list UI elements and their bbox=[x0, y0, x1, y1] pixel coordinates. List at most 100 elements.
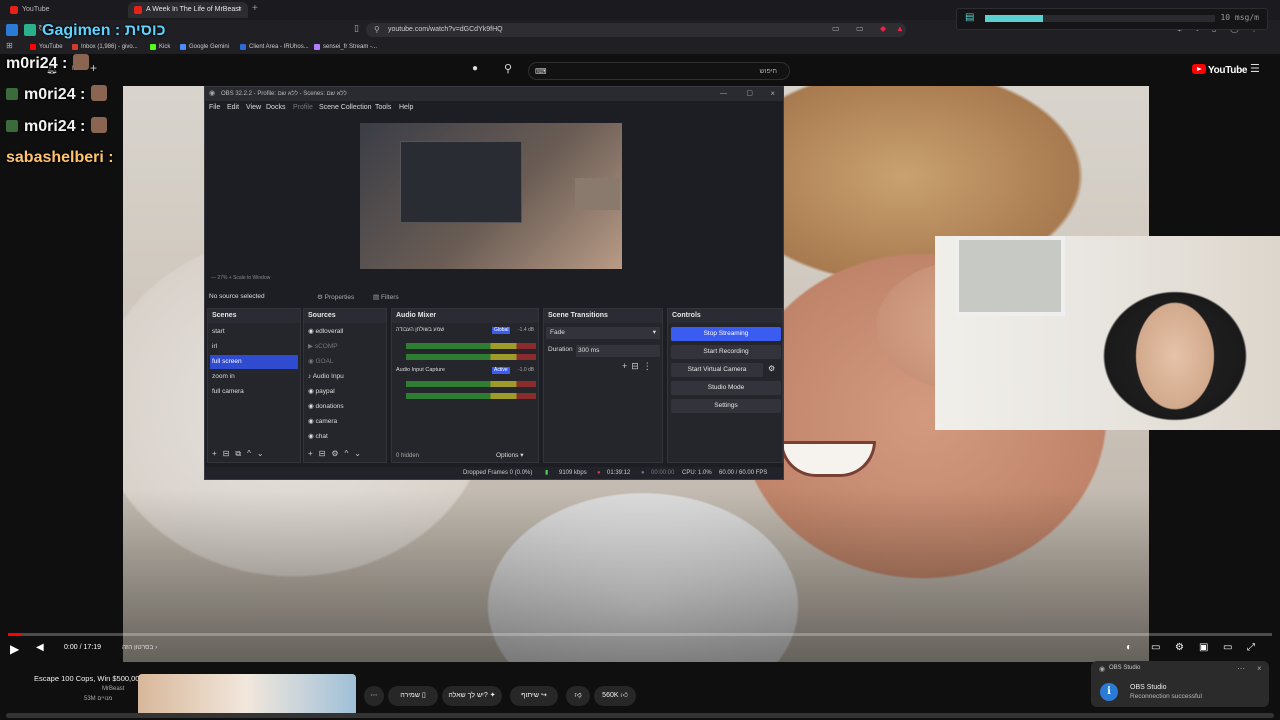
tab-active-video[interactable]: A Week In The Life of MrBeast × bbox=[128, 2, 248, 18]
source-item[interactable]: ◉ paypal bbox=[308, 385, 335, 399]
obs-title-bar[interactable]: ◉ OBS 32.2.2 - Profile: ללא שם - Scenes:… bbox=[205, 87, 783, 101]
ask-button[interactable]: יש לך שאלה? ✦ bbox=[442, 686, 502, 706]
sparkle-icon: ✦ bbox=[489, 692, 496, 699]
bookmark-youtube[interactable]: YouTube bbox=[30, 42, 63, 52]
source-item[interactable]: ▶ sCOMP bbox=[308, 340, 338, 354]
close-tab-icon[interactable]: × bbox=[238, 2, 242, 18]
more-actions-button[interactable]: ⋯ bbox=[364, 686, 384, 706]
properties-button[interactable]: ⚙ Properties bbox=[317, 293, 354, 301]
menu-profile[interactable]: Profile bbox=[293, 104, 313, 111]
bookmark-icon[interactable]: ▯ bbox=[354, 23, 359, 34]
create-icon[interactable]: + bbox=[90, 61, 97, 75]
volume-icon[interactable]: ◀︎ bbox=[36, 642, 44, 653]
maximize-icon[interactable]: ▢ bbox=[746, 87, 753, 101]
source-item[interactable]: ◉ GOAL bbox=[308, 355, 334, 369]
horizontal-scrollbar[interactable] bbox=[6, 713, 1274, 718]
video-progress-bar[interactable] bbox=[8, 633, 1272, 636]
obs-preview-canvas[interactable] bbox=[360, 123, 622, 269]
bookmark-client-area[interactable]: Client Area - IRUhos... bbox=[240, 42, 309, 52]
mixer-options-button[interactable]: Options ▾ bbox=[496, 449, 523, 463]
menu-edit[interactable]: Edit bbox=[227, 104, 239, 111]
site-info-icon[interactable]: ⚲ bbox=[374, 23, 380, 37]
extension-icon[interactable]: ▲ bbox=[896, 24, 904, 33]
keyboard-icon[interactable]: ⌨ bbox=[535, 63, 547, 81]
volume-meter bbox=[406, 381, 536, 387]
start-virtual-camera-button[interactable]: Start Virtual Camera bbox=[671, 363, 763, 377]
audio-mixer-title: Audio Mixer bbox=[392, 309, 538, 323]
subtitles-icon[interactable]: ▭ bbox=[1151, 642, 1160, 653]
menu-view[interactable]: View bbox=[246, 104, 261, 111]
more-options-icon[interactable]: ⋯ bbox=[1237, 664, 1245, 673]
transition-toolbar[interactable]: +⊟⋮ bbox=[622, 361, 656, 372]
bookmarks-bar: ⊞ YouTube Inbox (1,986) - givo... Kick G… bbox=[0, 40, 1280, 54]
source-toolbar[interactable]: +⊟⚙^⌄ bbox=[308, 449, 367, 458]
scene-item-selected[interactable]: full screen bbox=[210, 355, 298, 369]
menu-file[interactable]: File bbox=[209, 104, 220, 111]
transition-select[interactable]: Fade ▾ bbox=[546, 327, 660, 339]
menu-tools[interactable]: Tools bbox=[375, 104, 391, 111]
autoplay-toggle-icon[interactable]: ◐ bbox=[1126, 642, 1132, 653]
close-icon[interactable]: × bbox=[1257, 664, 1262, 673]
fullscreen-icon[interactable]: ⤢ bbox=[1247, 642, 1255, 653]
studio-mode-button[interactable]: Studio Mode bbox=[671, 381, 781, 395]
bookmark-gemini[interactable]: Google Gemini bbox=[180, 42, 229, 52]
start-recording-button[interactable]: Start Recording bbox=[671, 345, 781, 359]
scene-item[interactable]: irl bbox=[212, 340, 298, 354]
save-button[interactable]: שמירה ▯ bbox=[388, 686, 438, 706]
dislike-button[interactable]: 👎︎ bbox=[566, 686, 590, 706]
bookmark-kick[interactable]: Kick bbox=[150, 42, 170, 52]
scene-item[interactable]: zoom in bbox=[212, 370, 298, 384]
chapter-button[interactable]: בסרטון הזה › bbox=[122, 644, 157, 651]
apps-grid-icon[interactable]: ⊞ bbox=[6, 41, 13, 50]
source-item[interactable]: ◉ donations bbox=[308, 400, 344, 414]
cast-icon[interactable]: ▭ bbox=[1223, 642, 1232, 653]
video-thumbnail[interactable] bbox=[138, 674, 356, 716]
obs-notification-toast[interactable]: ◉ OBS Studio ⋯ × i OBS Studio Reconnecti… bbox=[1091, 661, 1269, 707]
scene-toolbar[interactable]: +⊟⧉^⌄ bbox=[212, 449, 270, 459]
channel-name[interactable]: MrBeast bbox=[102, 686, 124, 692]
url-field[interactable]: ⚲ youtube.com/watch?v=dGCdYk9fHQ bbox=[366, 23, 906, 37]
settings-button[interactable]: Settings bbox=[671, 399, 781, 413]
gmail-icon bbox=[72, 44, 78, 50]
obs-window[interactable]: ◉ OBS 32.2.2 - Profile: ללא שם - Scenes:… bbox=[204, 86, 784, 480]
menu-scene-collection[interactable]: Scene Collection bbox=[319, 104, 372, 111]
close-icon[interactable]: × bbox=[770, 87, 775, 101]
obs-zoom-control[interactable]: — 27% + Scale to Window bbox=[211, 275, 270, 281]
source-item[interactable]: ♪ Audio Inpu bbox=[308, 370, 344, 384]
youtube-favicon-icon bbox=[10, 6, 18, 14]
menu-hamburger-icon[interactable]: ☰ bbox=[1250, 62, 1260, 75]
extension-icon[interactable]: ◆ bbox=[880, 24, 886, 33]
stop-streaming-button[interactable]: Stop Streaming bbox=[671, 327, 781, 341]
like-button[interactable]: 560K 👍︎ bbox=[594, 686, 636, 706]
bookmark-gmail[interactable]: Inbox (1,986) - givo... bbox=[72, 42, 138, 52]
source-item[interactable]: ◉ chat bbox=[308, 430, 328, 444]
microphone-icon[interactable]: ● bbox=[472, 63, 478, 74]
search-icon[interactable]: ⚲ bbox=[504, 62, 512, 75]
obs-status-bar: Dropped Frames 0 (0.0%) ▮ 9109 kbps ● 01… bbox=[205, 467, 783, 479]
new-tab-icon[interactable]: + bbox=[252, 3, 258, 14]
share-button[interactable]: שיתוף ↪ bbox=[510, 686, 558, 706]
filters-button[interactable]: ▤ Filters bbox=[373, 293, 399, 301]
play-icon[interactable]: ▶ bbox=[10, 642, 19, 656]
search-input[interactable]: ⌨ חיפוש bbox=[528, 62, 790, 80]
up-next-title[interactable]: Escape 100 Cops, Win $500,000 bbox=[34, 674, 144, 683]
bookmark-stream[interactable]: sensei_fr Stream -... bbox=[314, 42, 377, 52]
tab-action-icon[interactable]: ▭ bbox=[856, 24, 864, 33]
minimize-icon[interactable]: — bbox=[720, 87, 727, 101]
menu-help[interactable]: Help bbox=[399, 104, 413, 111]
scene-item[interactable]: start bbox=[212, 325, 298, 339]
tab-youtube[interactable]: YouTube bbox=[4, 2, 122, 18]
settings-gear-icon[interactable]: ⚙ bbox=[1175, 642, 1184, 653]
miniplayer-icon[interactable]: ▣ bbox=[1199, 642, 1208, 653]
duration-input[interactable]: 300 ms bbox=[576, 345, 660, 357]
menu-docks[interactable]: Docks bbox=[266, 104, 285, 111]
scene-item[interactable]: full camera bbox=[212, 385, 298, 399]
source-item[interactable]: ◉ camera bbox=[308, 415, 337, 429]
obs-preview-nested bbox=[400, 141, 522, 223]
chat-message: m0ri24 : bbox=[6, 85, 108, 104]
virtual-camera-settings-icon[interactable]: ⚙ bbox=[768, 364, 775, 373]
no-source-label: No source selected bbox=[209, 293, 265, 300]
source-item[interactable]: ◉ edloverall bbox=[308, 325, 343, 339]
youtube-logo[interactable]: YouTube bbox=[1192, 64, 1248, 76]
cast-icon[interactable]: ▭ bbox=[832, 24, 840, 33]
